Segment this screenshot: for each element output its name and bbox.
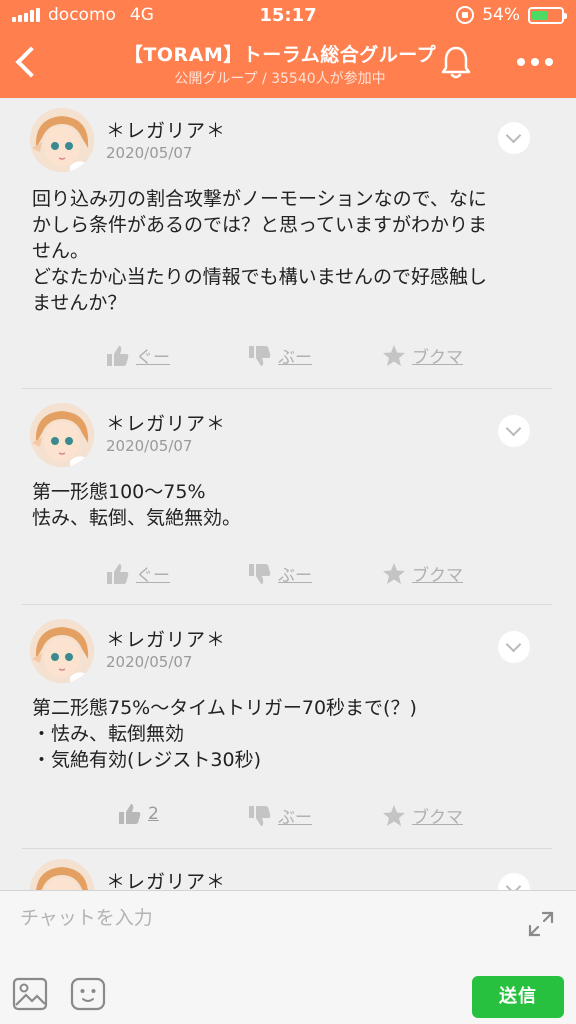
post-body: 第二形態75%〜タイムトリガー70秒まで(？) ・怯み、転倒無効 ・気絶有効(レ… [32, 695, 532, 773]
battery-icon [528, 6, 567, 24]
post-actions: 2 ぶー ブクマ [0, 803, 576, 833]
star-icon [383, 805, 405, 826]
dislike-label: ぶー [278, 566, 312, 586]
image-icon[interactable] [12, 977, 48, 1011]
battery-percent: 54% [482, 5, 520, 25]
post-line: かしら条件があるのでは？と思っていますがわかりま [32, 214, 488, 236]
post-actions: ぐー ぶー ブクマ [0, 561, 576, 591]
post-line: ませんか？ [32, 292, 127, 314]
dislike-label: ぶー [278, 808, 312, 828]
avatar[interactable] [30, 108, 94, 172]
like-label: ぐー [136, 348, 170, 368]
thumbs-up-icon [119, 804, 141, 824]
post-body: 第一形態100〜75% 怯み、転倒、気絶無効。 [32, 479, 532, 531]
chevron-down-icon[interactable] [498, 873, 530, 890]
dislike-button[interactable]: ぶー [248, 561, 312, 586]
bell-icon[interactable] [440, 44, 472, 80]
like-button[interactable]: ぐー [106, 343, 170, 368]
more-icon[interactable] [512, 52, 558, 72]
post-line: 第二形態75%〜タイムトリガー70秒まで(？) [32, 697, 417, 719]
post-line: せん。 [32, 240, 90, 262]
thumbs-down-icon [249, 805, 271, 826]
status-bar: docomo 4G 15:17 54% [0, 0, 576, 30]
avatar[interactable] [30, 859, 94, 890]
post-author[interactable]: ＊レガリア＊ [106, 867, 226, 890]
post-line: 回り込み刃の割合攻撃がノーモーションなので、なに [32, 188, 487, 210]
bookmark-button[interactable]: ブクマ [382, 803, 463, 828]
post: ＊レガリア＊ 2020/05/07 第一形態100〜75% 怯み、転倒、気絶無効… [0, 389, 576, 605]
thumbs-down-icon [249, 563, 271, 584]
post: ＊レガリア＊ 2020/05/07 回り込み刃の割合攻撃がノーモーションなので、… [0, 98, 576, 389]
like-count: 2 [148, 804, 159, 824]
post-author[interactable]: ＊レガリア＊ [106, 409, 226, 436]
star-icon [383, 345, 405, 366]
chat-input[interactable]: チャットを入力 [20, 903, 500, 933]
chat-composer: チャットを入力 送信 [0, 890, 576, 1024]
star-icon [383, 563, 405, 584]
like-button[interactable]: 2 [118, 803, 159, 825]
chevron-down-icon[interactable] [498, 122, 530, 154]
bookmark-button[interactable]: ブクマ [382, 343, 463, 368]
send-button[interactable]: 送信 [472, 976, 564, 1018]
chevron-down-icon[interactable] [498, 415, 530, 447]
dislike-button[interactable]: ぶー [248, 803, 312, 828]
bookmark-label: ブクマ [412, 566, 463, 586]
like-button[interactable]: ぐー [106, 561, 170, 586]
like-label: ぐー [136, 566, 170, 586]
avatar[interactable] [30, 619, 94, 683]
top-bar: docomo 4G 15:17 54% 【TORAM】トーラム総合グループ 公開… [0, 0, 576, 98]
post-feed[interactable]: ＊レガリア＊ 2020/05/07 回り込み刃の割合攻撃がノーモーションなので、… [0, 98, 576, 890]
thumbs-up-icon [107, 345, 129, 366]
dislike-button[interactable]: ぶー [248, 343, 312, 368]
post: ＊レガリア＊ 2020/05/07 第二形態75%〜タイムトリガー70秒まで(？… [0, 605, 576, 849]
thumbs-up-icon [107, 563, 129, 584]
post-date: 2020/05/07 [106, 144, 193, 162]
post-line: 怯み、転倒、気絶無効。 [32, 507, 242, 529]
post-date: 2020/05/07 [106, 437, 193, 455]
post-body: 回り込み刃の割合攻撃がノーモーションなので、なに かしら条件があるのでは？と思っ… [32, 186, 532, 316]
back-icon[interactable] [10, 42, 46, 82]
group-title: 【TORAM】トーラム総合グループ [123, 44, 437, 66]
post-actions: ぐー ぶー ブクマ [0, 343, 576, 373]
post: ＊レガリア＊ [0, 849, 576, 890]
thumbs-down-icon [249, 345, 271, 366]
post-line: ・気絶有効(レジスト30秒) [32, 749, 262, 771]
rotation-lock-icon [456, 6, 475, 24]
sticker-icon[interactable] [70, 977, 106, 1011]
bookmark-label: ブクマ [412, 808, 463, 828]
post-author[interactable]: ＊レガリア＊ [106, 625, 226, 652]
dislike-label: ぶー [278, 348, 312, 368]
post-line: どなたか心当たりの情報でも構いませんので好感触し [32, 266, 488, 288]
post-author[interactable]: ＊レガリア＊ [106, 116, 226, 143]
expand-icon[interactable] [526, 909, 556, 939]
bookmark-button[interactable]: ブクマ [382, 561, 463, 586]
chevron-down-icon[interactable] [498, 631, 530, 663]
post-line: 第一形態100〜75% [32, 481, 206, 503]
post-date: 2020/05/07 [106, 653, 193, 671]
group-subtitle: 公開グループ / 35540人が参加中 [174, 71, 386, 87]
post-line: ・怯み、転倒無効 [32, 723, 185, 745]
bookmark-label: ブクマ [412, 348, 463, 368]
group-header: 【TORAM】トーラム総合グループ 公開グループ / 35540人が参加中 [0, 30, 576, 98]
avatar[interactable] [30, 403, 94, 467]
